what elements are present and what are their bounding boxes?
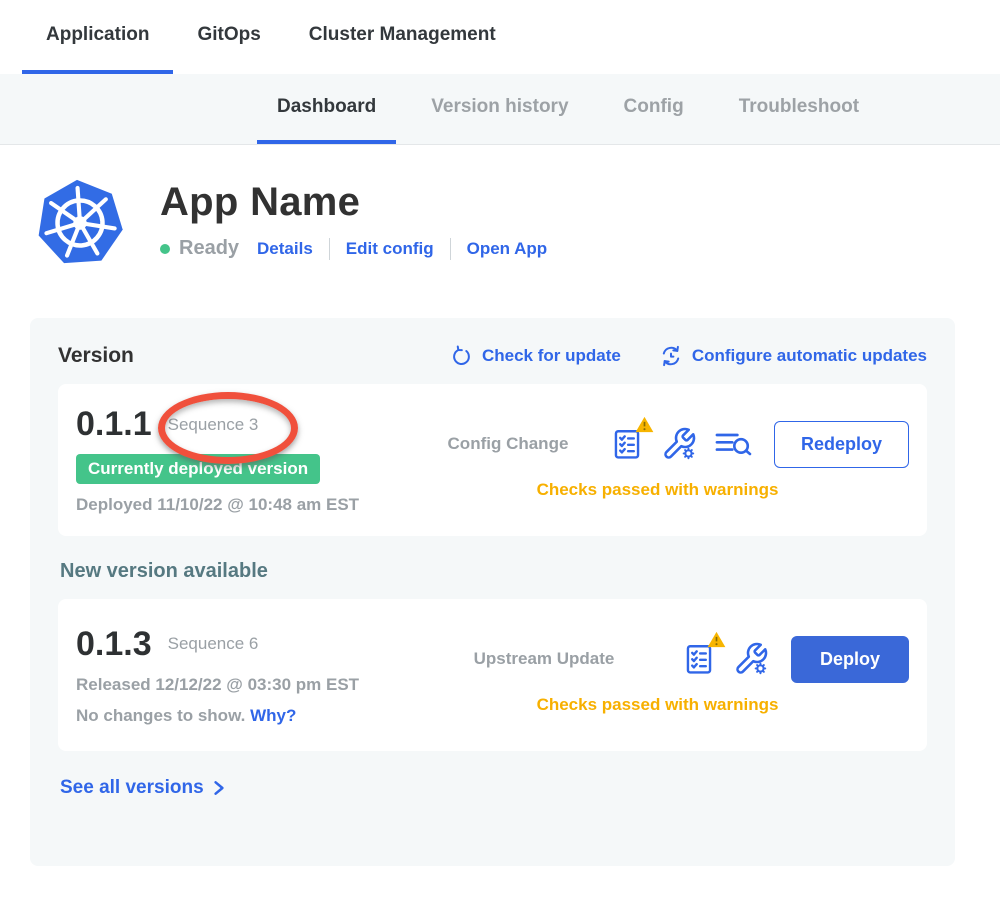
view-diff-icon[interactable] <box>714 429 752 460</box>
warning-triangle-icon <box>635 416 654 433</box>
ready-status-dot <box>160 244 170 254</box>
config-wrench-icon[interactable] <box>733 641 769 677</box>
current-version-row: 0.1.1 Sequence 3 Currently deployed vers… <box>58 384 927 536</box>
refresh-icon <box>450 345 473 368</box>
open-app-link[interactable]: Open App <box>467 239 548 259</box>
available-version-row: 0.1.3 Sequence 6 Released 12/12/22 @ 03:… <box>58 599 927 751</box>
config-wrench-icon[interactable] <box>661 426 697 462</box>
configure-automatic-updates-label: Configure automatic updates <box>692 346 927 366</box>
tab-version-history[interactable]: Version history <box>411 74 588 144</box>
no-changes-label: No changes to show. <box>76 706 245 725</box>
current-sequence-label: Sequence 3 <box>168 415 259 435</box>
check-for-update-label: Check for update <box>482 346 621 366</box>
schedule-update-icon <box>659 344 683 368</box>
released-timestamp: Released 12/12/22 @ 03:30 pm EST <box>76 675 406 695</box>
kubernetes-logo-icon <box>35 178 125 268</box>
redeploy-button[interactable]: Redeploy <box>774 421 909 468</box>
version-card-title: Version <box>58 344 134 368</box>
available-version-number: 0.1.3 <box>76 625 152 664</box>
see-all-versions-label: See all versions <box>60 777 204 799</box>
page-title: App Name <box>160 180 547 225</box>
version-source-label: Upstream Update <box>406 649 682 669</box>
see-all-versions-link[interactable]: See all versions <box>60 777 927 799</box>
checks-warning-label: Checks passed with warnings <box>406 480 909 500</box>
warning-triangle-icon <box>707 631 726 648</box>
tab-dashboard[interactable]: Dashboard <box>257 74 396 144</box>
deploy-button[interactable]: Deploy <box>791 636 909 683</box>
primary-nav: Application GitOps Cluster Management <box>0 0 1000 74</box>
check-for-update-button[interactable]: Check for update <box>450 344 621 368</box>
divider <box>329 238 330 260</box>
currently-deployed-badge: Currently deployed version <box>76 454 320 484</box>
new-version-heading: New version available <box>60 560 927 583</box>
tab-cluster-management[interactable]: Cluster Management <box>285 0 520 74</box>
tab-gitops[interactable]: GitOps <box>173 0 284 74</box>
chevron-right-icon <box>213 780 225 796</box>
tab-application[interactable]: Application <box>22 0 173 74</box>
deployed-timestamp: Deployed 11/10/22 @ 10:48 am EST <box>76 495 406 515</box>
version-source-label: Config Change <box>406 434 610 454</box>
available-sequence-label: Sequence 6 <box>168 634 259 654</box>
secondary-nav: Dashboard Version history Config Trouble… <box>0 74 1000 145</box>
details-link[interactable]: Details <box>257 239 313 259</box>
preflight-checks-icon[interactable] <box>610 426 644 462</box>
status-label: Ready <box>179 237 239 260</box>
version-card: Version Check for update Configure autom… <box>30 318 955 866</box>
configure-automatic-updates-button[interactable]: Configure automatic updates <box>659 344 927 368</box>
checks-warning-label: Checks passed with warnings <box>406 695 909 715</box>
app-header: App Name Ready Details Edit config Open … <box>35 178 1000 268</box>
divider <box>450 238 451 260</box>
current-version-number: 0.1.1 <box>76 405 152 444</box>
preflight-checks-icon[interactable] <box>682 641 716 677</box>
tab-troubleshoot[interactable]: Troubleshoot <box>719 74 879 144</box>
tab-config[interactable]: Config <box>604 74 704 144</box>
why-link[interactable]: Why? <box>250 706 296 725</box>
edit-config-link[interactable]: Edit config <box>346 239 434 259</box>
